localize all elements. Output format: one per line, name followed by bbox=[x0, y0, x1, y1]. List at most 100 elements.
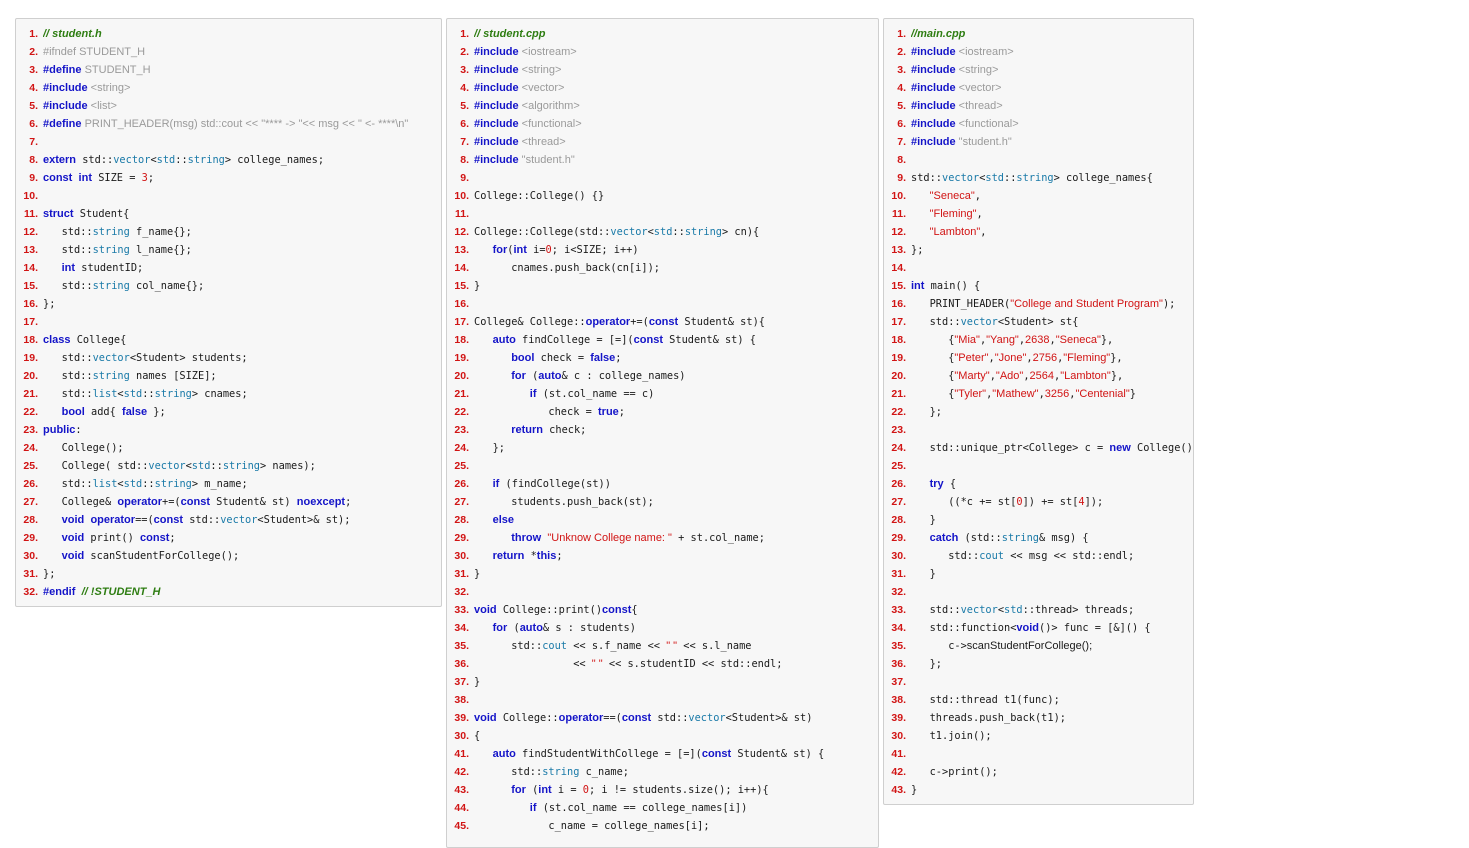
code-token: string bbox=[92, 244, 130, 256]
code-token: list bbox=[92, 478, 118, 490]
code-line: 38. std::thread t1(func); bbox=[884, 691, 1193, 709]
code-line: 22. }; bbox=[884, 403, 1193, 421]
code-token: #include bbox=[911, 46, 956, 58]
code-token: if bbox=[529, 388, 537, 400]
line-number: 25. bbox=[454, 460, 469, 472]
code-text: }; bbox=[911, 403, 1193, 421]
line-number: 39. bbox=[454, 712, 469, 724]
line-number: 18. bbox=[891, 334, 906, 346]
code-text: std::vector<Student> st{ bbox=[911, 313, 1193, 331]
code-token: ; bbox=[169, 532, 176, 544]
line-number: 33. bbox=[454, 604, 469, 616]
code-line: 42. c->print(); bbox=[884, 763, 1193, 781]
line-number: 26. bbox=[454, 478, 469, 490]
code-token: << s.l_name bbox=[677, 640, 752, 652]
code-token: struct bbox=[43, 208, 74, 220]
code-line: 34. std::function<void()> func = [&]() { bbox=[884, 619, 1193, 637]
line-number: 20. bbox=[23, 370, 38, 382]
line-number: 29. bbox=[891, 532, 906, 544]
code-token: ; bbox=[618, 406, 625, 418]
code-token: c->print(); bbox=[911, 766, 998, 778]
code-token: <thread> bbox=[518, 136, 566, 148]
code-token: std:: bbox=[43, 280, 93, 292]
code-token: :: bbox=[175, 154, 188, 166]
code-token: STUDENT_H bbox=[81, 64, 151, 76]
code-token: #include bbox=[474, 118, 519, 130]
code-line: 8. #include "student.h" bbox=[447, 151, 878, 169]
code-token: string bbox=[542, 766, 580, 778]
code-token: <Student> st{ bbox=[997, 316, 1079, 328]
line-number: 37. bbox=[454, 676, 469, 688]
code-text: //main.cpp bbox=[911, 25, 1193, 43]
code-text: std::cout << msg << std::endl; bbox=[911, 547, 1193, 565]
code-token: #ifndef STUDENT_H bbox=[43, 46, 146, 58]
line-number: 33. bbox=[891, 604, 906, 616]
code-token: > college_names; bbox=[224, 154, 325, 166]
code-token: "Lambton" bbox=[929, 226, 981, 238]
line-number: 5. bbox=[897, 100, 906, 112]
code-line: 41. auto findStudentWithCollege = [=](co… bbox=[447, 745, 878, 763]
code-text: std::string c_name; bbox=[474, 763, 878, 781]
code-token: PRINT_HEADER( bbox=[911, 298, 1011, 310]
line-number: 32. bbox=[23, 586, 38, 598]
code-line: 24. College(); bbox=[16, 439, 441, 457]
code-text: void College::operator==(const std::vect… bbox=[474, 709, 878, 727]
code-token: , bbox=[976, 208, 983, 220]
code-token: +=( bbox=[630, 316, 649, 328]
line-number: 31. bbox=[23, 568, 38, 580]
code-line: 3. #include <string> bbox=[884, 61, 1193, 79]
code-text: int studentID; bbox=[43, 259, 441, 277]
code-line: 5. #include <list> bbox=[16, 97, 441, 115]
code-token: " " bbox=[591, 658, 603, 670]
code-token: string bbox=[187, 154, 225, 166]
code-token: std:: bbox=[474, 766, 543, 778]
code-line: 9. std::vector<std::string> college_names… bbox=[884, 169, 1193, 187]
code-text: if (st.col_name == c) bbox=[474, 385, 878, 403]
code-token: & s : students) bbox=[542, 622, 636, 634]
code-text: }; bbox=[474, 439, 878, 457]
code-token: "Ado" bbox=[995, 370, 1024, 382]
code-line: 2. #include <iostream> bbox=[884, 43, 1193, 61]
code-line: 18. class College{ bbox=[16, 331, 441, 349]
code-line: 28. void operator==(const std::vector<St… bbox=[16, 511, 441, 529]
line-number: 19. bbox=[454, 352, 469, 364]
code-text: const int SIZE = 3; bbox=[43, 169, 441, 187]
code-text: bool add{ false }; bbox=[43, 403, 441, 421]
line-number: 2. bbox=[29, 46, 38, 58]
code-token: " " bbox=[666, 640, 678, 652]
code-line: 30. std::cout << msg << std::endl; bbox=[884, 547, 1193, 565]
code-line: 16. PRINT_HEADER("College and Student Pr… bbox=[884, 295, 1193, 313]
code-token: const bbox=[621, 712, 652, 724]
code-line: 6. #include <functional> bbox=[884, 115, 1193, 133]
code-text: #include <algorithm> bbox=[474, 97, 878, 115]
code-token: list bbox=[92, 388, 118, 400]
code-line: 26. std::list<std::string> m_name; bbox=[16, 475, 441, 493]
line-number: 12. bbox=[891, 226, 906, 238]
line-number: 10. bbox=[891, 190, 906, 202]
code-line: 15.} bbox=[447, 277, 878, 295]
code-token: "College and Student Program" bbox=[1010, 298, 1163, 310]
code-token: const bbox=[648, 316, 679, 328]
code-token: 3256 bbox=[1044, 388, 1070, 400]
line-number: 9. bbox=[897, 172, 906, 184]
code-line: 21. if (st.col_name == c) bbox=[447, 385, 878, 403]
code-token: { bbox=[474, 730, 481, 742]
code-token: int bbox=[78, 172, 92, 184]
code-token: operator bbox=[558, 712, 604, 724]
code-text: bool check = false; bbox=[474, 349, 878, 367]
code-text: students.push_back(st); bbox=[474, 493, 878, 511]
code-token: std:: bbox=[43, 226, 93, 238]
code-token: false bbox=[122, 406, 148, 418]
code-token: { bbox=[911, 334, 955, 346]
code-text: } bbox=[911, 565, 1193, 583]
code-token: "Peter" bbox=[954, 352, 989, 364]
code-token: class bbox=[43, 334, 71, 346]
code-line: 4. #include <string> bbox=[16, 79, 441, 97]
